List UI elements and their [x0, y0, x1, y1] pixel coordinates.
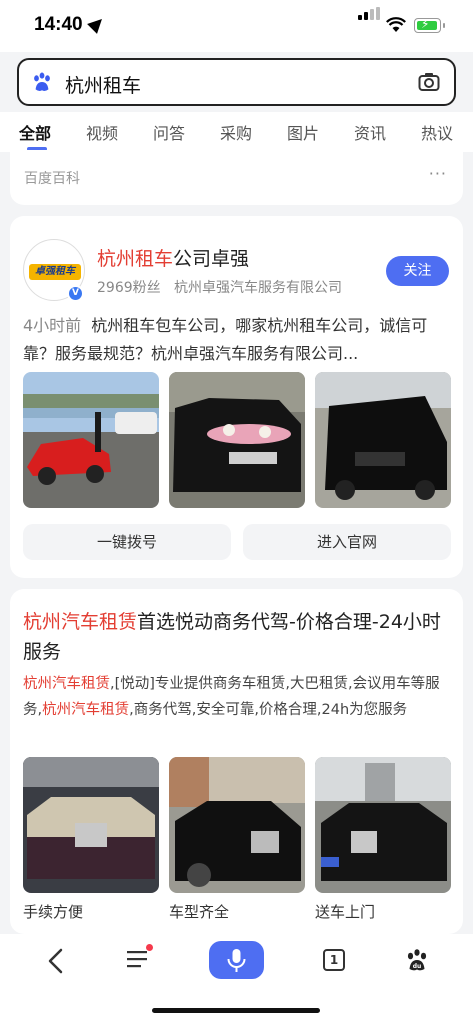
menu-icon[interactable]	[127, 949, 149, 969]
account-result-card[interactable]: 卓强租车 V 杭州租车公司卓强 2969粉丝 杭州卓强汽车服务有限公司 关注 4…	[10, 216, 463, 578]
account-photos	[23, 372, 451, 508]
follow-button[interactable]: 关注	[386, 256, 449, 286]
tab-video[interactable]: 视频	[86, 120, 118, 144]
account-meta: 2969粉丝 杭州卓强汽车服务有限公司	[97, 277, 342, 297]
fans-count: 2969粉丝	[97, 280, 161, 296]
brand-logo: 卓强租车	[29, 264, 81, 280]
status-bar: 14:40 ⚡	[0, 0, 473, 52]
tab-purchase[interactable]: 采购	[220, 120, 252, 144]
company-name: 杭州卓强汽车服务有限公司	[174, 280, 342, 296]
ad-title[interactable]: 杭州汽车租赁首选悦动商务代驾-价格合理-24小时服务	[23, 607, 451, 667]
search-bar[interactable]: 杭州租车	[17, 58, 456, 106]
tab-images[interactable]: 图片	[287, 120, 319, 144]
microphone-icon	[227, 949, 246, 972]
ad-title-highlight: 杭州汽车租赁	[23, 611, 138, 633]
more-options-icon[interactable]: ···	[429, 164, 447, 183]
photo-black-mpv[interactable]	[315, 372, 451, 508]
baike-card: 百度百科 ···	[10, 150, 463, 205]
tab-news[interactable]: 资讯	[354, 120, 386, 144]
account-description[interactable]: 4小时前 杭州租车包车公司，哪家杭州租车公司，诚信可靠？服务最规范？杭州卓强汽车服…	[23, 312, 451, 368]
account-title[interactable]: 杭州租车公司卓强	[97, 244, 249, 271]
ad-desc-highlight-2: 杭州汽车租赁	[42, 702, 130, 718]
ad-photos	[23, 757, 451, 893]
search-tabs: 全部 视频 问答 采购 图片 资讯 热议	[0, 112, 473, 152]
tab-qa[interactable]: 问答	[153, 120, 185, 144]
title-highlight: 杭州租车	[97, 248, 174, 270]
status-time: 14:40	[34, 14, 83, 35]
ad-caption-3: 送车上门	[315, 903, 376, 921]
ad-desc-highlight-1: 杭州汽车租赁	[23, 676, 110, 692]
photo-maybach-showroom[interactable]	[23, 757, 159, 893]
home-indicator[interactable]	[152, 1008, 320, 1013]
notification-dot	[146, 944, 153, 951]
ad-result-card[interactable]: 杭州汽车租赁首选悦动商务代驾-价格合理-24小时服务 杭州汽车租赁,[悦动]专业…	[10, 589, 463, 934]
call-button[interactable]: 一键拨号	[23, 524, 231, 560]
photo-maybach-delivery[interactable]	[315, 757, 451, 893]
svg-text:du: du	[413, 963, 422, 970]
camera-icon[interactable]	[418, 72, 440, 92]
ad-desc-text-2: ,商务代驾,安全可靠,价格合理,24h为您服务	[129, 702, 408, 718]
baike-source-label[interactable]: 百度百科	[24, 168, 80, 188]
back-icon[interactable]	[46, 946, 66, 976]
tab-count-button[interactable]: 1	[323, 949, 345, 971]
photo-black-sedan-street[interactable]	[169, 757, 305, 893]
tab-all[interactable]: 全部	[19, 120, 51, 144]
ad-caption-1: 手续方便	[23, 903, 84, 921]
title-rest: 公司卓强	[173, 248, 250, 270]
verified-badge-icon: V	[67, 285, 84, 302]
battery-icon: ⚡	[414, 17, 445, 33]
location-arrow-icon	[87, 14, 107, 34]
search-input[interactable]: 杭州租车	[65, 71, 141, 98]
photo-wedding-limo[interactable]	[169, 372, 305, 508]
baidu-home-icon[interactable]: du	[405, 948, 429, 972]
visit-site-button[interactable]: 进入官网	[243, 524, 451, 560]
ad-caption-2: 车型齐全	[169, 903, 230, 921]
wifi-icon	[386, 17, 406, 32]
baidu-paw-icon	[34, 72, 50, 91]
photo-red-sports-car[interactable]	[23, 372, 159, 508]
description-text: 杭州租车包车公司，哪家杭州租车公司，诚信可靠？服务最规范？杭州卓强汽车服务有限公…	[23, 316, 428, 363]
tab-discussion[interactable]: 热议	[421, 120, 453, 144]
post-time: 4小时前	[23, 316, 82, 335]
ad-description: 杭州汽车租赁,[悦动]专业提供商务车租赁,大巴租赁,会议用车等服务,杭州汽车租赁…	[23, 671, 451, 723]
voice-search-button[interactable]	[209, 941, 264, 979]
